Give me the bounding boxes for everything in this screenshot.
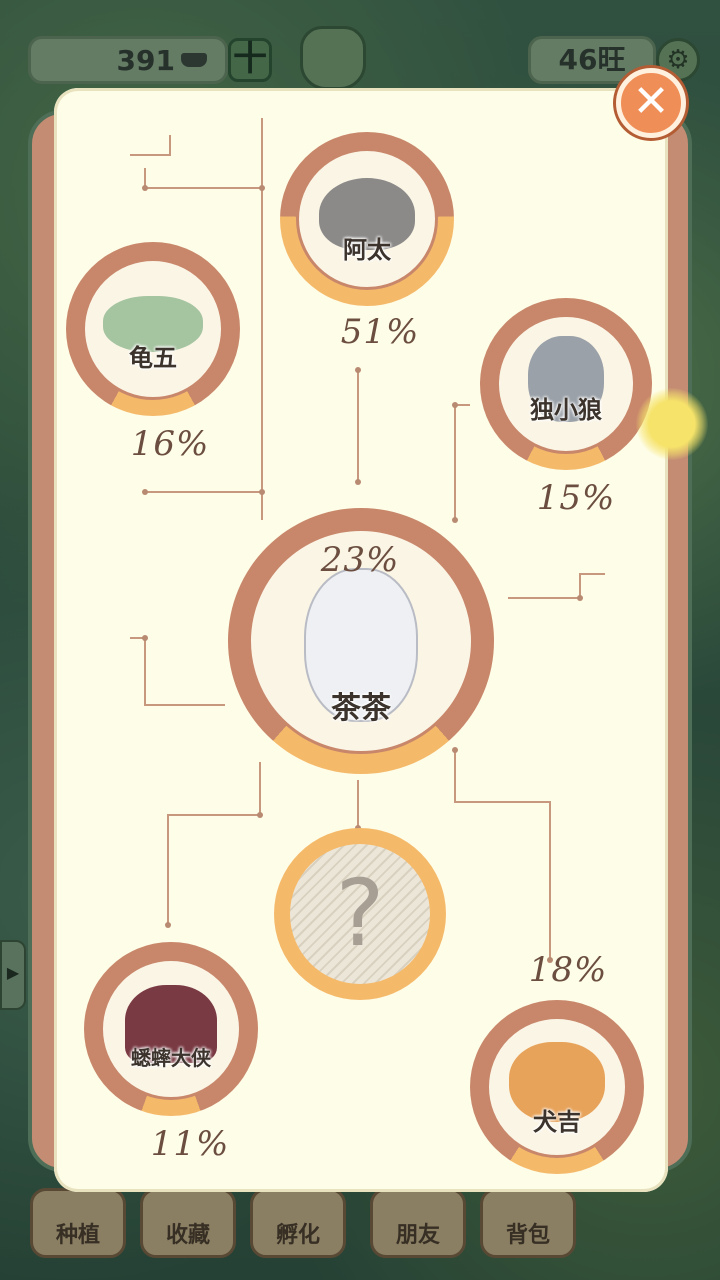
tap-indicator [636,388,708,460]
connector-dot [165,922,171,928]
connector-dot [259,489,265,495]
connector-dot [452,517,458,523]
connector-line [130,637,225,706]
connector-dot [577,595,583,601]
connector-line [167,762,261,925]
character-node-duxiaolang[interactable]: 独小狼 [480,298,652,470]
unknown-character-node[interactable]: ? [274,828,446,1000]
affinity-percent: 15% [536,478,616,518]
connector-line [130,135,171,156]
close-button[interactable]: ✕ [616,68,686,138]
character-name: 蟋蟀大侠 [131,1046,211,1070]
connector-dot [257,812,263,818]
character-portrait: 独小狼 [496,314,636,454]
character-name: 龟五 [129,344,177,372]
character-portrait: 蟋蟀大侠 [100,958,242,1100]
connector-dot [452,402,458,408]
character-name: 犬吉 [533,1108,581,1136]
connector-dot [355,367,361,373]
character-node-atai[interactable]: 阿太 [280,132,454,306]
character-portrait: 阿太 [296,148,438,290]
connector-line [454,404,470,520]
connector-dot [259,185,265,191]
affinity-percent: 16% [130,424,210,464]
connector-line [508,573,605,599]
affinity-percent: 11% [150,1124,230,1164]
affinity-percent: 51% [340,312,420,352]
character-node-quanji[interactable]: 犬吉 [470,1000,644,1174]
connector-dot [355,479,361,485]
connector-dot [452,747,458,753]
connector-line [454,750,551,960]
affinity-percent: 18% [528,950,608,990]
locked-portrait: ? [290,844,430,984]
character-node-guiwu[interactable]: 龟五 [66,242,240,416]
connector-dot [142,185,148,191]
affinity-percent: 23% [320,540,400,580]
character-name: 独小狼 [530,396,602,424]
connector-dot [142,489,148,495]
character-name: 茶茶 [331,691,391,726]
question-mark-icon: ? [335,860,385,967]
character-portrait: 龟五 [82,258,224,400]
character-node-xishuai[interactable]: 蟋蟀大侠 [84,942,258,1116]
connector-dot [142,635,148,641]
connector-line [144,168,262,189]
character-portrait: 犬吉 [486,1016,628,1158]
character-name: 阿太 [343,236,391,264]
